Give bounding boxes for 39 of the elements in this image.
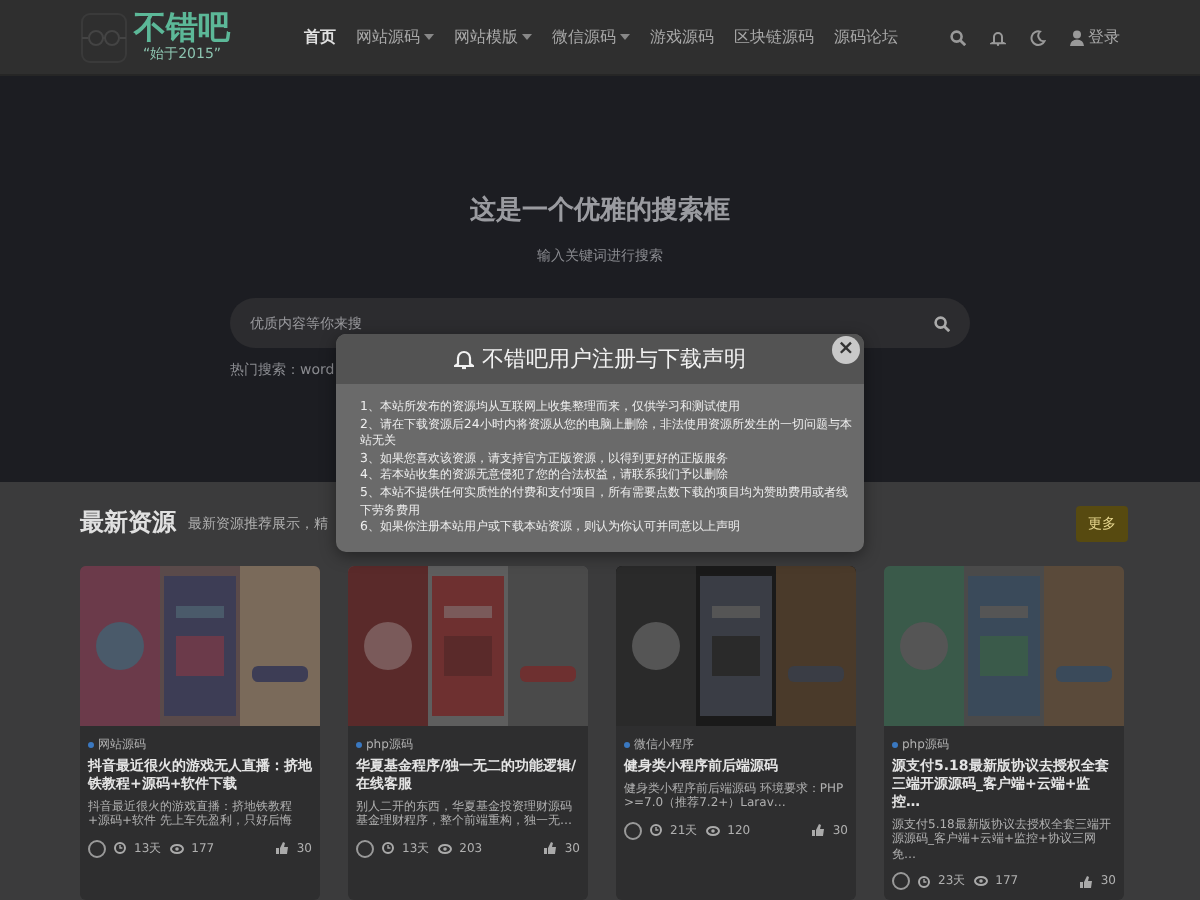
eye-icon — [705, 825, 720, 835]
login-button[interactable]: 登录 — [1070, 26, 1120, 48]
category-dot — [88, 741, 94, 747]
thumb-icon — [276, 842, 289, 854]
category-dot — [892, 741, 898, 747]
clock-icon — [650, 824, 662, 836]
eye-icon — [169, 843, 184, 853]
nav-item[interactable]: 游戏源码 — [640, 26, 724, 48]
avatar-icon — [892, 872, 910, 890]
user-icon — [1070, 29, 1084, 45]
clock-icon — [918, 875, 930, 887]
search-icon — [950, 29, 966, 45]
thumb-icon — [544, 842, 557, 854]
avatar-icon — [624, 821, 642, 839]
avatar-icon — [356, 839, 374, 857]
clock-icon — [114, 842, 126, 854]
thumb-icon — [1080, 875, 1093, 887]
nav-item[interactable]: 微信源码 — [542, 26, 640, 48]
avatar-icon — [88, 839, 106, 857]
bell-icon — [454, 348, 474, 370]
close-button[interactable]: × — [832, 336, 860, 364]
category-dot — [624, 741, 630, 747]
logo-text[interactable]: 不错吧 — [134, 10, 230, 46]
nav-item[interactable]: 区块链源码 — [724, 26, 824, 48]
nav-item[interactable]: 网站源码 — [346, 26, 444, 48]
eye-icon — [973, 876, 988, 886]
category-dot — [356, 741, 362, 747]
moon-icon — [1030, 29, 1046, 45]
thumb-icon — [812, 824, 825, 836]
modal-title: 不错吧用户注册与下载声明 — [482, 344, 746, 374]
search-icon — [934, 315, 950, 331]
hero-title: 这是一个优雅的搜索框 — [470, 193, 730, 228]
clock-icon — [382, 842, 394, 854]
nav-item[interactable]: 网站模版 — [444, 26, 542, 48]
nav-item[interactable]: 源码论坛 — [824, 26, 908, 48]
eye-icon — [437, 843, 452, 853]
bell-icon — [990, 29, 1006, 45]
nav-item[interactable]: 首页 — [294, 26, 346, 48]
section-title: 最新资源 — [80, 506, 176, 540]
